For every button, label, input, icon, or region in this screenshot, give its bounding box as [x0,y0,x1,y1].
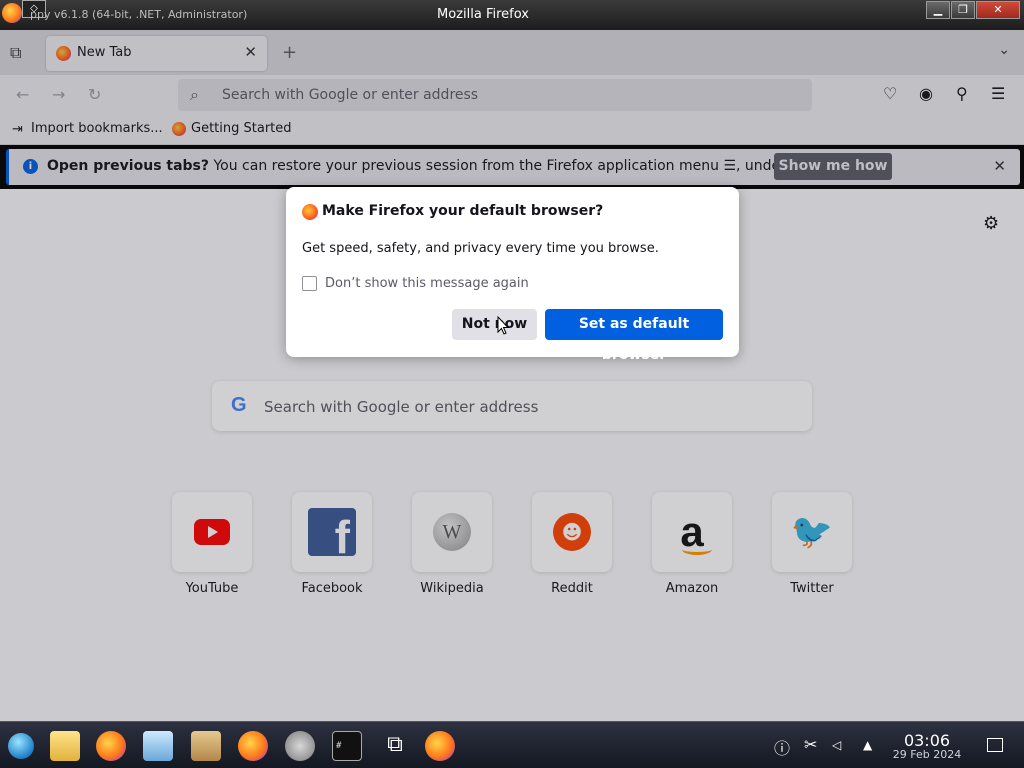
scissors-tray-icon[interactable]: ✂ [804,735,817,754]
minimize-button[interactable]: ▁ [926,1,950,19]
mouse-cursor-icon [497,316,509,335]
terminal-icon[interactable]: # 19_ [332,731,362,761]
clock-date[interactable]: 29 Feb 2024 [880,748,974,761]
show-hidden-icons-icon[interactable]: ▲ [863,738,872,752]
window-controls: ▁ ❐ ✕ [926,1,1020,19]
task-view-icon[interactable]: ⧉ [380,731,410,761]
start-menu-icon[interactable] [8,733,34,759]
default-browser-dialog: Make Firefox your default browser? Get s… [286,187,739,363]
window-title: Mozilla Firefox [437,7,529,22]
network-computer-icon[interactable] [143,731,173,761]
checkbox-label[interactable]: Don’t show this message again [325,276,529,291]
window-titlebar: ◇ ppy v6.1.8 (64-bit, .NET, Administrato… [0,0,1024,30]
dont-show-again-checkbox[interactable] [302,276,317,291]
firefox-taskbar-icon[interactable] [238,731,268,761]
file-explorer-icon[interactable] [50,731,80,761]
firefox-active-taskbar-icon[interactable] [425,731,455,761]
compass-icon[interactable] [285,731,315,761]
dialog-body: Get speed, safety, and privacy every tim… [302,241,659,256]
not-now-button[interactable]: Not now [452,309,537,340]
firefox-icon [302,204,318,220]
notification-center-icon[interactable] [987,738,1003,752]
taskbar: # 19_ ⧉ ⓘ ✂ ◁ ▲ [0,721,1024,768]
firefox-taskbar-icon[interactable] [96,731,126,761]
package-icon[interactable] [191,731,221,761]
close-window-button[interactable]: ✕ [976,1,1020,19]
info-tray-icon[interactable]: ⓘ [774,735,790,759]
modal-overlay [0,30,1024,721]
restore-button[interactable]: ❐ [951,1,975,19]
dialog-title: Make Firefox your default browser? [322,203,604,219]
volume-tray-icon[interactable]: ◁ [832,738,841,752]
set-default-browser-button[interactable]: Set as default browser [545,309,723,363]
